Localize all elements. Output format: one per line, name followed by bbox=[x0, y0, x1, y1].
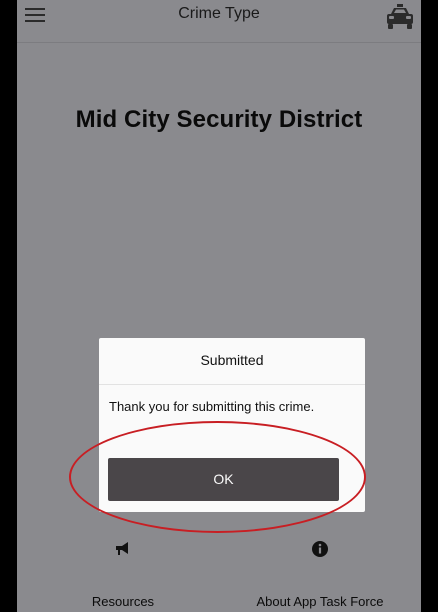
dialog-divider bbox=[99, 384, 365, 385]
nav-about-label: About App Task Force bbox=[256, 594, 384, 609]
megaphone-icon bbox=[116, 542, 128, 555]
submitted-dialog: Submitted Thank you for submitting this … bbox=[99, 338, 365, 512]
right-border bbox=[421, 0, 438, 612]
police-car-icon[interactable] bbox=[383, 2, 417, 34]
top-bar: Crime Type bbox=[17, 0, 421, 43]
nav-about[interactable]: About App Task Force bbox=[230, 540, 410, 609]
ok-button[interactable]: OK bbox=[108, 458, 339, 501]
nav-resources[interactable]: Resources bbox=[48, 540, 198, 609]
nav-resources-label: Resources bbox=[91, 594, 155, 609]
district-heading: Mid City Security District bbox=[75, 106, 363, 133]
left-border bbox=[0, 0, 17, 612]
app-screen: Crime Type Mid City Security District Su… bbox=[17, 0, 421, 612]
page-title: Crime Type bbox=[178, 5, 260, 22]
dialog-title: Submitted bbox=[200, 352, 264, 368]
dialog-message: Thank you for submitting this crime. bbox=[109, 399, 315, 414]
info-icon bbox=[312, 541, 328, 557]
